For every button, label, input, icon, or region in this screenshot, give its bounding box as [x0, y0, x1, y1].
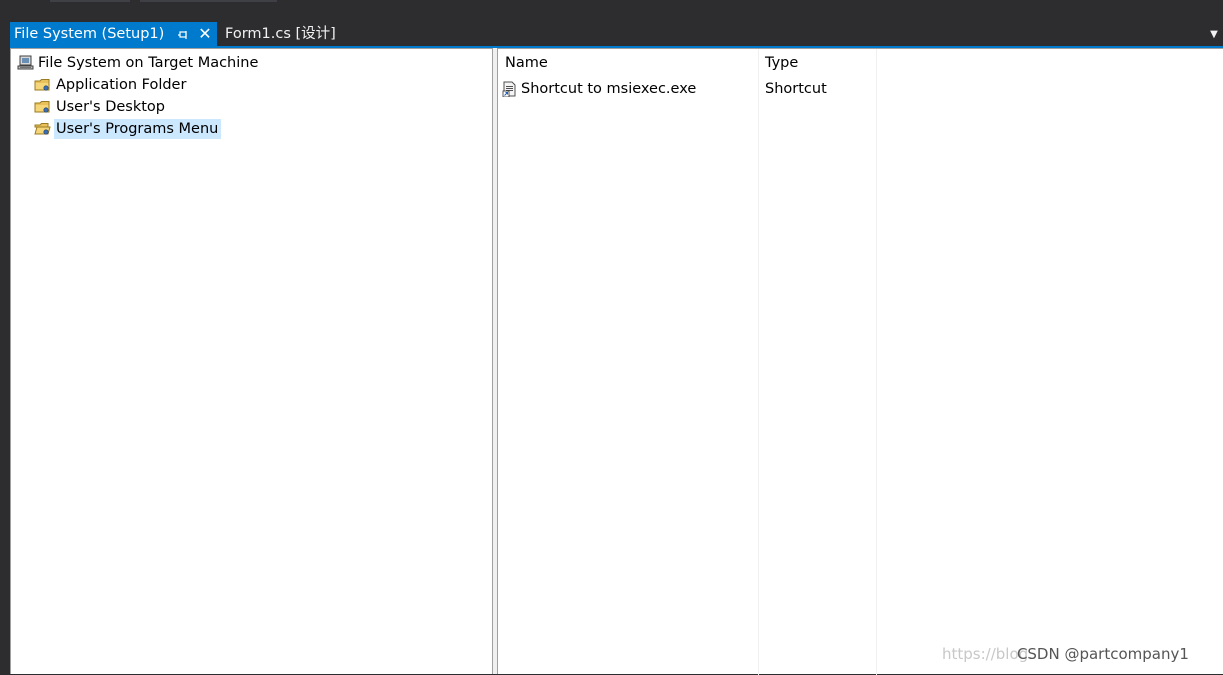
tree-node-root[interactable]: File System on Target Machine	[17, 53, 277, 73]
column-separator[interactable]	[876, 49, 877, 675]
tab-file-system-setup1[interactable]: File System (Setup1) ✕	[10, 22, 217, 46]
folder-icon	[34, 99, 51, 115]
ide-toolbar-strip	[0, 0, 1223, 22]
column-header-name[interactable]: Name	[505, 52, 548, 74]
tree-label-application-folder: Application Folder	[56, 77, 187, 93]
file-system-tree: File System on Target Machine Applicatio…	[10, 48, 494, 674]
tree-root-label: File System on Target Machine	[38, 55, 259, 71]
toolbar-ghost-2	[140, 0, 277, 2]
tree-node-users-programs-menu[interactable]: User's Programs Menu	[34, 119, 234, 139]
tab-form1-design[interactable]: Form1.cs [设计]	[222, 22, 336, 46]
folder-open-icon	[34, 121, 51, 137]
folder-contents-list: Name Type Shortcut to msiexec.exe Shortc…	[498, 48, 1223, 675]
close-icon[interactable]: ✕	[196, 22, 214, 46]
tab-form1-label: Form1.cs [设计]	[225, 26, 336, 42]
document-tab-strip: File System (Setup1) ✕ Form1.cs [设计] ▼	[0, 22, 1223, 46]
tree-node-application-folder[interactable]: Application Folder	[34, 75, 234, 95]
list-item-name-label: Shortcut to msiexec.exe	[521, 81, 697, 97]
list-item-type: Shortcut	[765, 81, 827, 97]
tab-file-system-label: File System (Setup1)	[14, 26, 165, 42]
column-separator[interactable]	[758, 49, 759, 675]
tree-label-users-desktop: User's Desktop	[56, 99, 165, 115]
watermark: https://blog.CSDN @partcompany1	[942, 643, 1189, 665]
chevron-down-icon[interactable]: ▼	[1207, 22, 1221, 46]
computer-icon	[17, 55, 34, 71]
column-header-type[interactable]: Type	[765, 52, 798, 74]
pin-icon[interactable]	[175, 22, 191, 46]
shortcut-icon	[502, 81, 518, 98]
tree-node-users-desktop[interactable]: User's Desktop	[34, 97, 234, 117]
watermark-brand: CSDN @partcompany1	[1016, 645, 1189, 663]
list-item-name[interactable]: Shortcut to msiexec.exe	[502, 79, 754, 99]
folder-icon	[34, 77, 51, 93]
tree-label-users-programs-menu: User's Programs Menu	[54, 119, 222, 139]
toolbar-ghost-1	[50, 0, 130, 2]
